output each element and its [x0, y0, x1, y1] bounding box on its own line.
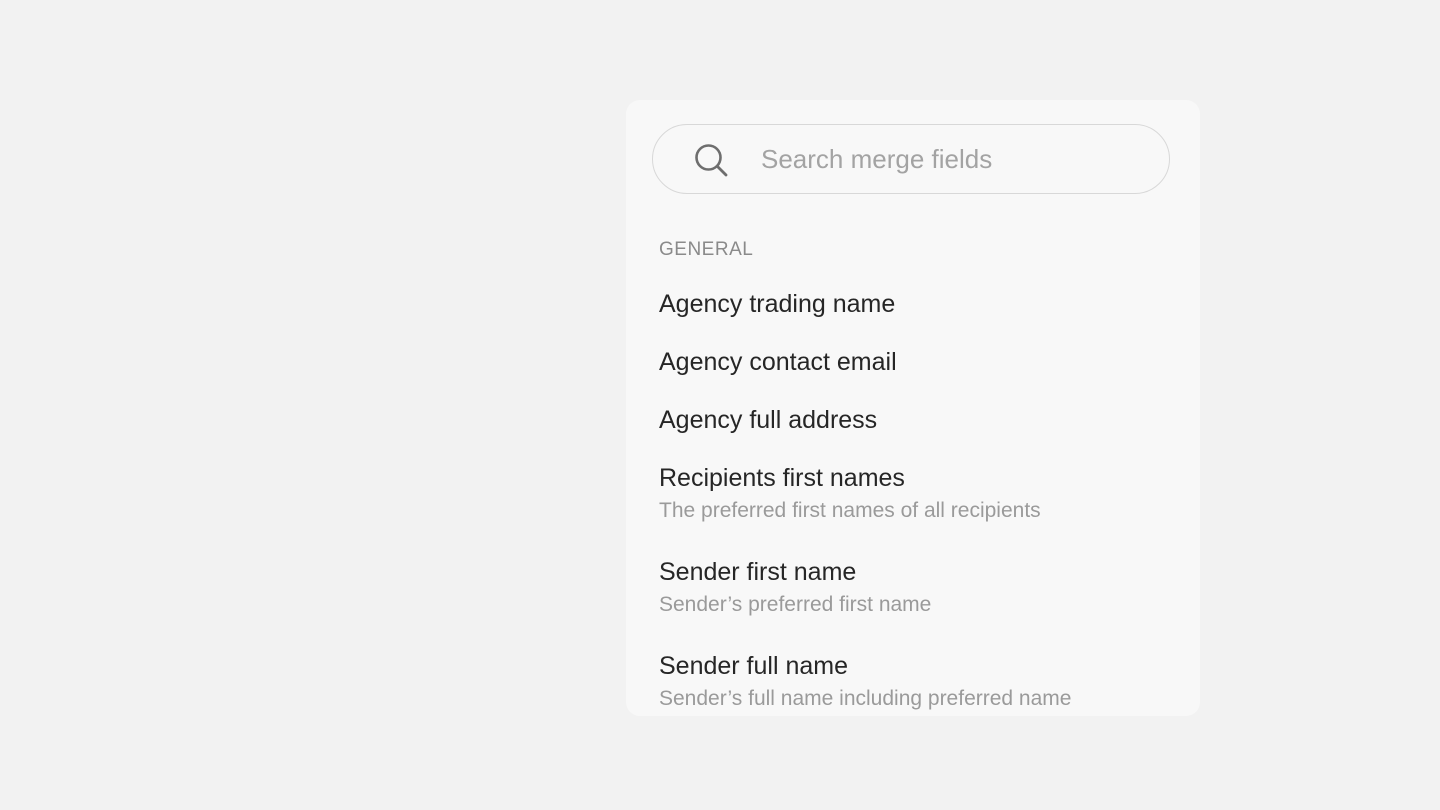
section-heading-general: GENERAL: [659, 239, 754, 260]
item-description: The preferred first names of all recipie…: [659, 499, 1041, 522]
list-item-sender-first-name[interactable]: Sender first name Sender’s preferred fir…: [659, 556, 1159, 618]
item-title: Sender full name: [659, 652, 849, 680]
list-item-agency-full-address[interactable]: Agency full address: [659, 404, 1159, 436]
list-item-agency-trading-name[interactable]: Agency trading name: [659, 288, 1159, 320]
merge-fields-panel: GENERAL Agency trading name Agency conta…: [626, 100, 1200, 716]
item-title: Sender first name: [659, 558, 857, 586]
item-title: Agency full address: [659, 406, 878, 434]
list-item-agency-contact-email[interactable]: Agency contact email: [659, 346, 1159, 378]
search-box[interactable]: [652, 124, 1170, 194]
item-description: Sender’s preferred first name: [659, 593, 932, 616]
list-item-sender-full-name[interactable]: Sender full name Sender’s full name incl…: [659, 650, 1159, 712]
item-title: Recipients first names: [659, 464, 905, 492]
search-input[interactable]: [761, 139, 1141, 179]
item-title: Agency trading name: [659, 290, 896, 318]
search-icon: [695, 144, 728, 177]
item-title: Agency contact email: [659, 348, 897, 376]
item-description: Sender’s full name including preferred n…: [659, 687, 1072, 710]
list-item-recipients-first-names[interactable]: Recipients first names The preferred fir…: [659, 462, 1159, 524]
